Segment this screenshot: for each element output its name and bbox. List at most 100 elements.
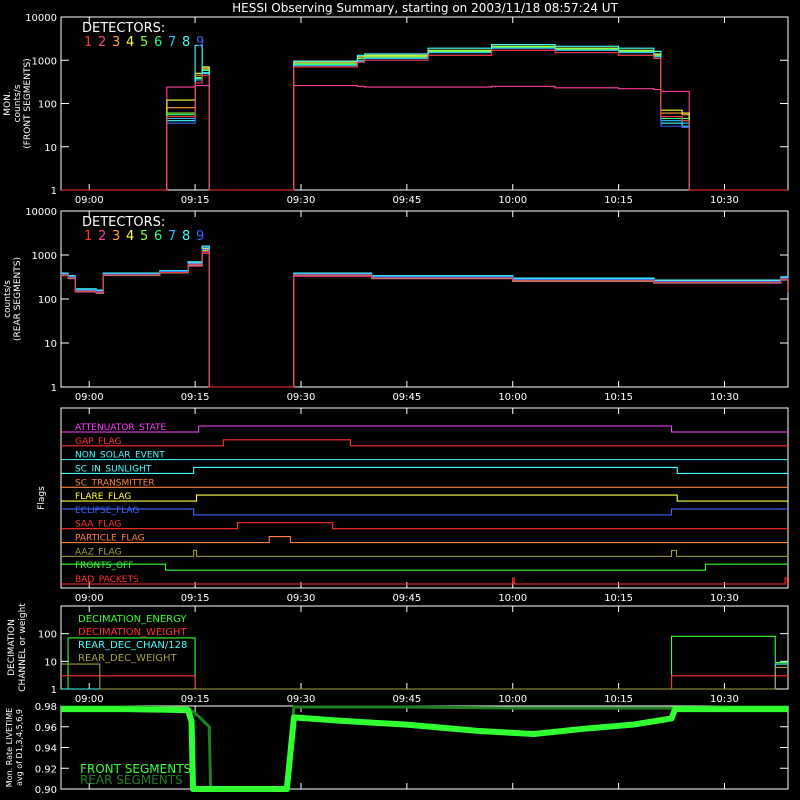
detector-legend-4: 4 bbox=[126, 229, 134, 244]
x-tick-label: 10:15 bbox=[604, 593, 633, 604]
detectors-title: DETECTORS: bbox=[82, 215, 165, 230]
x-tick-label: 10:30 bbox=[710, 694, 739, 705]
y-tick-label: 0.98 bbox=[35, 702, 57, 713]
flag-line-9 bbox=[61, 549, 788, 557]
x-tick-label: 10:30 bbox=[710, 392, 739, 403]
y-axis-label-line: counts/s bbox=[13, 84, 23, 122]
x-tick-label: 10:15 bbox=[604, 694, 633, 705]
x-tick-label: 09:30 bbox=[287, 392, 316, 403]
flag-label-0: ATTENUATOR_STATE bbox=[75, 423, 167, 433]
decimation-legend-2: REAR_DEC_CHAN/128 bbox=[78, 640, 187, 651]
detector-legend-8: 8 bbox=[182, 229, 190, 244]
flag-label-3: SC_IN_SUNLIGHT bbox=[75, 464, 152, 474]
detector-legend-7: 7 bbox=[168, 35, 176, 50]
y-tick-label: 100 bbox=[38, 630, 57, 641]
y-axis-label-line: CHANNEL or weight bbox=[18, 603, 28, 692]
y-axis-label-livetime: Mon. Rate LIVETIME avg of D1,3,4,5,6,9 bbox=[5, 708, 24, 787]
x-tick-label: 09:45 bbox=[392, 195, 421, 206]
flag-line-0 bbox=[61, 425, 788, 433]
series-detector-8 bbox=[61, 245, 789, 388]
x-tick-label: 09:30 bbox=[287, 694, 316, 705]
y-tick-label: 10 bbox=[44, 339, 57, 350]
y-axis-label-rear: counts/s (REAR SEGMENTS) bbox=[3, 257, 23, 341]
flag-line-8 bbox=[61, 535, 788, 544]
x-tick-label: 10:15 bbox=[604, 195, 633, 206]
panels: 1 10 100 1000 10000 09:00 09:15 09:30 09:45 10:00… bbox=[3, 13, 789, 796]
y-tick-label: 0.96 bbox=[35, 723, 57, 734]
flag-line-6 bbox=[61, 508, 788, 516]
detector-legend-1: 1 bbox=[84, 35, 92, 50]
flag-label-1: GAP_FLAG bbox=[75, 437, 121, 447]
x-tick-label: 09:00 bbox=[75, 694, 104, 705]
flag-label-6: ECLIPSE_FLAG bbox=[75, 506, 139, 516]
detector-legend-9: 9 bbox=[196, 35, 204, 50]
panel-3-frame bbox=[60, 407, 789, 589]
x-tick-label: 09:00 bbox=[75, 392, 104, 403]
y-axis-label-line: MON. bbox=[3, 91, 13, 115]
y-tick-label: 1000 bbox=[32, 56, 57, 67]
x-tick-label: 09:45 bbox=[392, 392, 421, 403]
series-detector-9 bbox=[61, 248, 789, 388]
flag-line-1 bbox=[61, 439, 788, 447]
y-tick-label: 0.90 bbox=[35, 785, 57, 796]
detector-series-group bbox=[61, 245, 789, 388]
y-axis-label-decimation: DECIMATION CHANNEL or weight bbox=[7, 603, 28, 692]
y-tick-label: 10 bbox=[44, 657, 57, 668]
detector-legend-1: 1 bbox=[84, 229, 92, 244]
x-tick-label: 10:30 bbox=[710, 593, 739, 604]
x-tick-label: 09:30 bbox=[287, 195, 316, 206]
flag-label-8: PARTICLE_FLAG bbox=[75, 534, 145, 544]
y-axis-label-line: (REAR SEGMENTS) bbox=[13, 257, 23, 341]
x-tick-label: 09:30 bbox=[287, 593, 316, 604]
series-detector-4 bbox=[61, 248, 789, 388]
x-tick-label: 09:15 bbox=[181, 593, 210, 604]
hessi-summary-chart: HESSI Observing Summary, starting on 200… bbox=[3, 1, 789, 796]
detector-legend-5: 5 bbox=[140, 229, 148, 244]
flag-label-5: FLARE_FLAG bbox=[75, 492, 131, 502]
y-axis-label-line: counts/s bbox=[3, 280, 13, 318]
detector-series-group bbox=[61, 44, 788, 191]
y-axis-label-flags: Flags bbox=[37, 486, 47, 510]
y-tick-label: 1000 bbox=[32, 251, 57, 262]
detector-legend-9: 9 bbox=[196, 229, 204, 244]
detector-legend-8: 8 bbox=[182, 35, 190, 50]
flag-label-11: BAD_PACKETS bbox=[75, 575, 139, 585]
decimation-legend-1: DECIMATION_WEIGHT bbox=[78, 627, 187, 638]
flag-label-2: NON_SOLAR_EVENT bbox=[75, 451, 165, 461]
y-tick-label: 10000 bbox=[25, 207, 57, 218]
x-tick-label: 09:00 bbox=[75, 195, 104, 206]
x-tick-label: 10:00 bbox=[498, 392, 527, 403]
x-tick-label: 09:00 bbox=[75, 593, 104, 604]
y-axis-label-line: (FRONT SEGMENTS) bbox=[23, 58, 33, 148]
flag-label-10: FRONTS_OFF bbox=[75, 561, 133, 571]
decimation-legend-0: DECIMATION_ENERGY bbox=[78, 614, 187, 625]
detector-legend-3: 3 bbox=[112, 35, 120, 50]
y-tick-label: 1 bbox=[51, 186, 57, 197]
flag-line-11 bbox=[61, 577, 788, 585]
detectors-title: DETECTORS: bbox=[82, 21, 165, 36]
detector-legend-2: 2 bbox=[98, 229, 106, 244]
detector-legend-7: 7 bbox=[168, 229, 176, 244]
y-tick-label: 1 bbox=[51, 383, 57, 394]
decimation-series-2 bbox=[61, 663, 788, 690]
y-tick-label: 10000 bbox=[25, 13, 57, 24]
x-tick-label: 09:15 bbox=[181, 694, 210, 705]
decimation-series-1 bbox=[61, 675, 788, 690]
x-tick-label: 10:00 bbox=[498, 694, 527, 705]
y-tick-label: 100 bbox=[38, 100, 57, 111]
detector-legend-3: 3 bbox=[112, 229, 120, 244]
flag-label-9: AAZ_FLAG bbox=[75, 547, 122, 557]
series-detector-7 bbox=[61, 47, 788, 191]
x-tick-label: 10:30 bbox=[710, 195, 739, 206]
series-detector-1 bbox=[61, 49, 788, 191]
detector-legend-4: 4 bbox=[126, 35, 134, 50]
flag-label-4: SC_TRANSMITTER bbox=[75, 478, 155, 488]
detector-legend-6: 6 bbox=[154, 229, 162, 244]
x-tick-label: 09:15 bbox=[181, 392, 210, 403]
flag-line-7 bbox=[61, 522, 788, 530]
x-tick-label: 09:45 bbox=[392, 593, 421, 604]
flag-line-5 bbox=[61, 494, 788, 502]
series-detector-7 bbox=[61, 246, 789, 388]
y-tick-label: 10 bbox=[44, 143, 57, 154]
x-tick-label: 09:45 bbox=[392, 694, 421, 705]
